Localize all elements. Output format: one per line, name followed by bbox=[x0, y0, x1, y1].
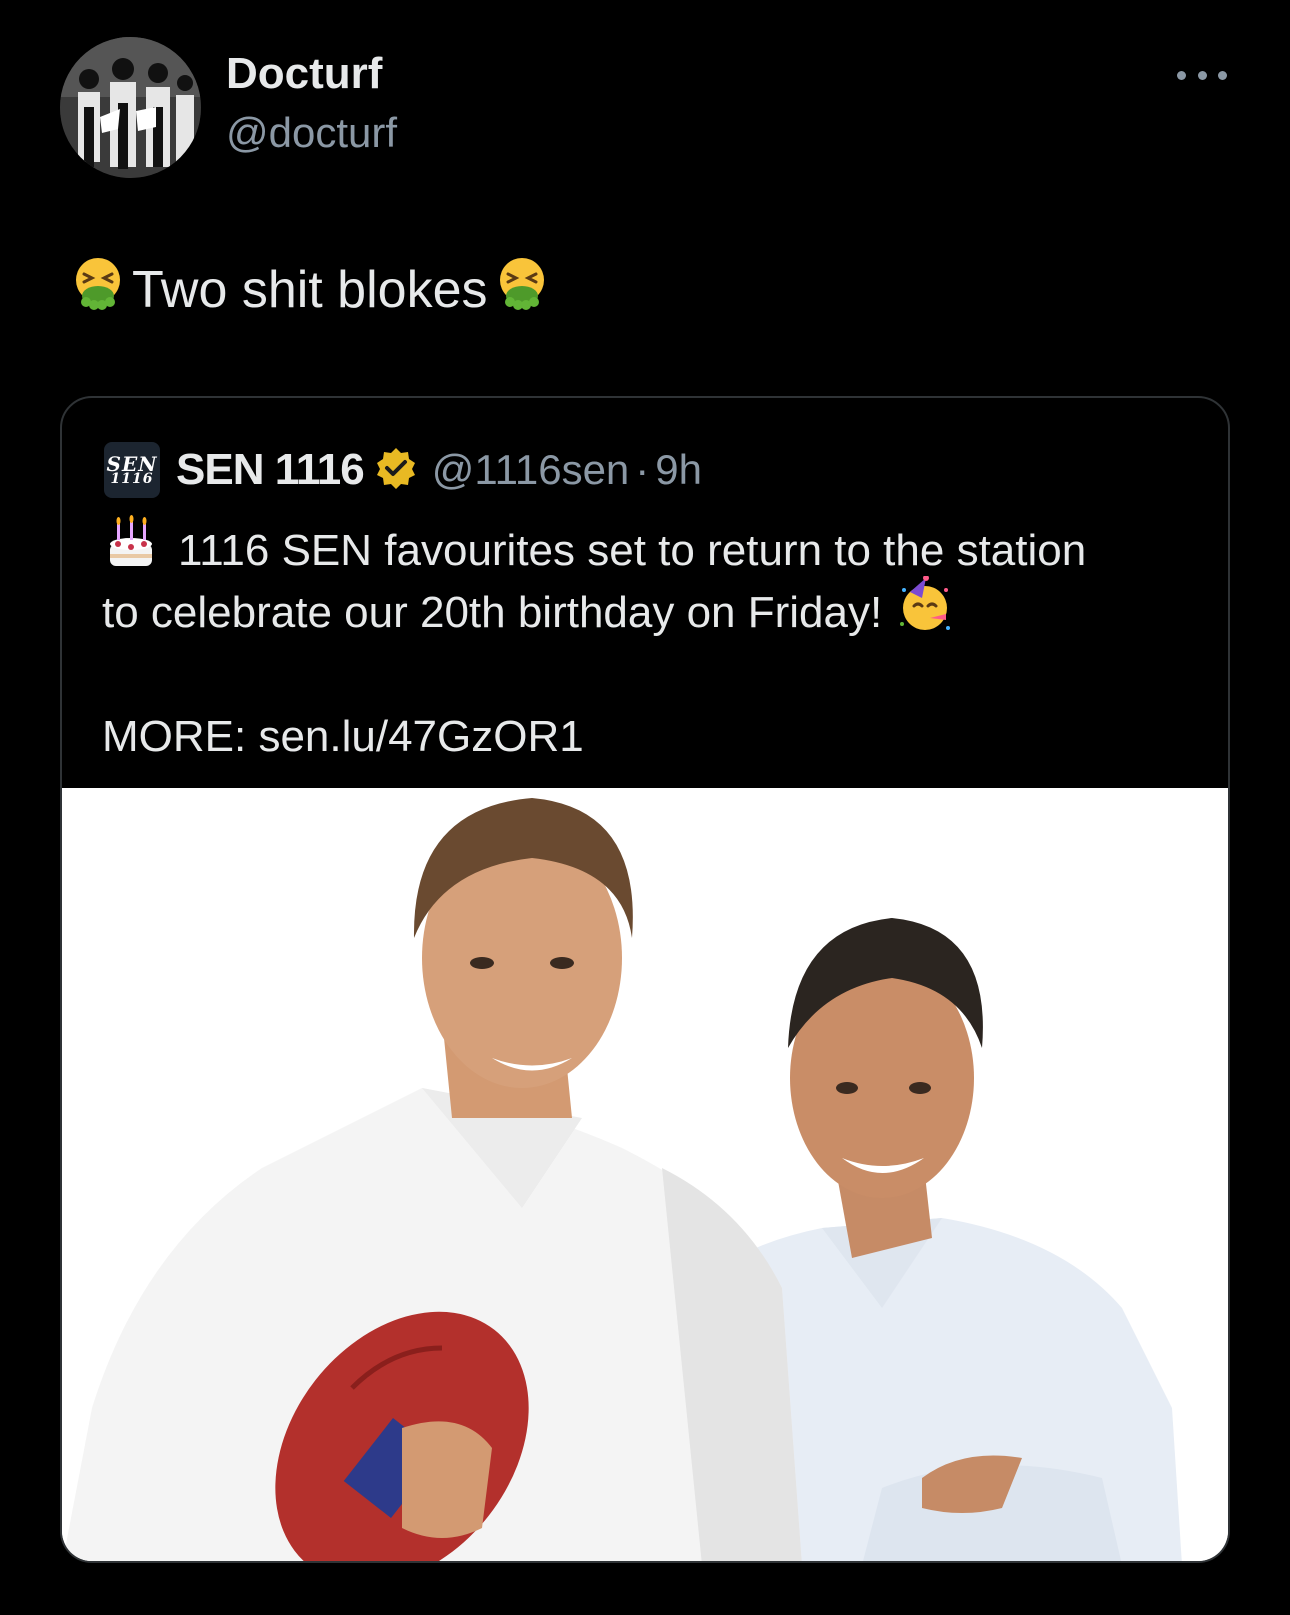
quoted-tweet-handle[interactable]: @1116sen bbox=[432, 446, 630, 494]
quoted-avatar-text-bottom: 1116 bbox=[110, 470, 154, 487]
quoted-tweet-line-1-text: 1116 SEN favourites set to return to the… bbox=[178, 526, 1087, 575]
vomiting-face-icon bbox=[70, 256, 126, 325]
quoted-tweet-link[interactable]: MORE: sen.lu/47GzOR1 bbox=[102, 706, 1202, 768]
more-options-icon-dot bbox=[1197, 70, 1207, 80]
birthday-cake-icon bbox=[102, 514, 160, 589]
more-options-icon-dot bbox=[1218, 70, 1227, 80]
quoted-tweet-media[interactable] bbox=[62, 788, 1228, 1561]
author-display-name[interactable]: Docturf bbox=[226, 49, 382, 98]
quoted-tweet-text: 1116 SEN favourites set to return to the… bbox=[102, 514, 1202, 768]
tweet-text: Two shit blokes bbox=[64, 256, 556, 325]
quoted-tweet-timestamp[interactable]: 9h bbox=[655, 446, 702, 494]
quoted-tweet-line-2-text: to celebrate our 20th birthday on Friday… bbox=[102, 588, 883, 637]
quoted-tweet-display-name[interactable]: SEN 1116 bbox=[176, 445, 365, 495]
quoted-tweet-separator: · bbox=[635, 446, 650, 493]
quoted-avatar-text-top: SEN bbox=[106, 451, 158, 476]
author-handle[interactable]: @docturf bbox=[226, 109, 397, 156]
quoted-tweet-line-1: 1116 SEN favourites set to return to the… bbox=[102, 514, 1202, 582]
quoted-tweet-blank-line bbox=[102, 644, 1202, 706]
partying-face-icon bbox=[896, 574, 954, 651]
gold-verified-badge-icon bbox=[374, 446, 418, 495]
quoted-tweet-avatar[interactable]: SEN 1116 bbox=[104, 442, 160, 498]
avatar-photo-icon bbox=[60, 37, 201, 178]
tweet-text-content: Two shit blokes bbox=[132, 261, 488, 319]
more-options-icon bbox=[1177, 70, 1186, 80]
quoted-tweet-card[interactable]: SEN 1116 SEN 1116 @1116sen · 9h 1116 SEN… bbox=[60, 396, 1230, 1563]
more-options-button[interactable] bbox=[1177, 62, 1227, 88]
vomiting-face-icon bbox=[494, 256, 550, 325]
author-avatar[interactable] bbox=[60, 37, 201, 178]
quoted-tweet-line-2: to celebrate our 20th birthday on Friday… bbox=[102, 574, 1202, 644]
two-men-photo bbox=[62, 788, 1228, 1561]
quoted-tweet-header: SEN 1116 @1116sen · 9h bbox=[176, 442, 702, 498]
